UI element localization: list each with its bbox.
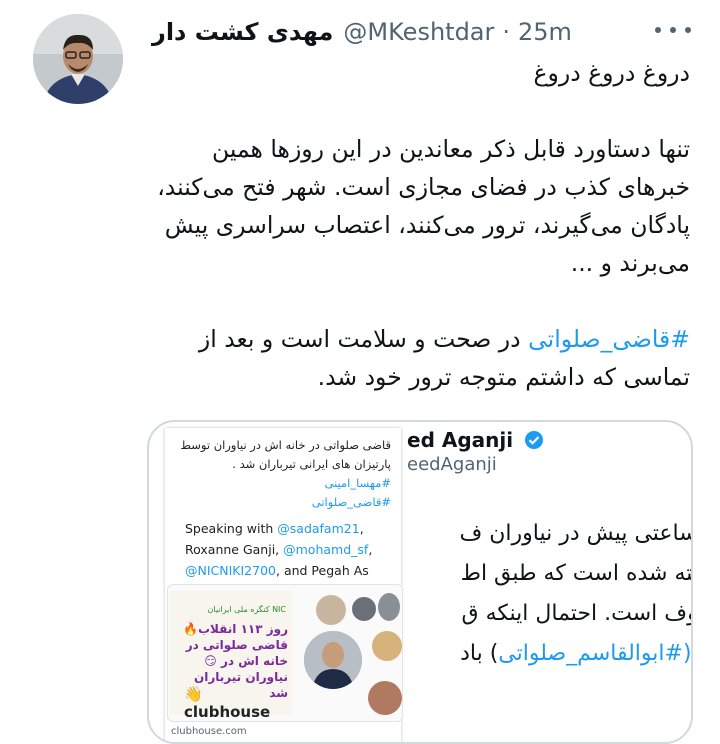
tweet-paragraph-2: تنها دستاورد قابل ذکر معاندین در این روز… <box>157 135 690 277</box>
embedded-line-last: تی (#ابوالقاسم_صلواتی) باد <box>460 641 692 666</box>
embedded-body: ها ساعتی پیش در نیاوران ف کشته شده است ک… <box>403 514 693 674</box>
embedded-line: کشته شده است که طبق اط <box>460 561 693 586</box>
overlay-speaking-text: Speaking with @sadafam21, Roxanne Ganji,… <box>185 521 373 578</box>
mention: @mohamd_sf <box>283 542 369 557</box>
hashtag-link[interactable]: #قاضی_صلواتی <box>528 325 690 353</box>
overlay-screenshot: قاضی صلواتی در خانه اش در نیاوران توسط پ… <box>165 428 403 742</box>
attached-image[interactable]: ed Aganji eedAganji ها ساعتی پیش در نیاو… <box>147 420 693 744</box>
tweet-paragraph-1: دروغ دروغ دروغ <box>533 59 691 87</box>
overlay-persian-text: قاضی صلواتی در خانه اش در نیاوران توسط پ… <box>171 436 391 512</box>
clubhouse-banner: NIC کنگره ملی ایرانیان روز ۱۱۳ انقلاب🔥قا… <box>170 591 292 721</box>
embedded-hashtag: #ابوالقاسم_صلواتی <box>498 641 683 666</box>
banner-org: NIC کنگره ملی ایرانیان <box>207 605 286 614</box>
participant-avatar <box>352 597 376 621</box>
participant-avatar <box>372 631 402 661</box>
mention: @NICNIKI2700 <box>185 563 276 578</box>
participant-avatar <box>304 631 362 689</box>
clubhouse-logo: 👋 clubhouse <box>184 685 271 721</box>
embedded-line: عروف است. احتمال اینکه ق <box>461 601 691 626</box>
overlay-hashtag: #مهسا_امینی <box>324 476 392 490</box>
embedded-author: ed Aganji <box>407 428 544 452</box>
embedded-line: ها ساعتی پیش در نیاوران ف <box>459 521 693 546</box>
user-handle[interactable]: @MKeshtdar <box>343 18 494 46</box>
overlay-line: پارتیزان های ایرانی تیرباران شد . <box>232 457 391 471</box>
clubhouse-link-card: NIC کنگره ملی ایرانیان روز ۱۱۳ انقلاب🔥قا… <box>167 584 403 722</box>
participant-avatar <box>378 593 400 621</box>
more-options-icon[interactable] <box>655 14 691 46</box>
tweet-text: دروغ دروغ دروغ تنها دستاورد قابل ذکر معا… <box>150 54 690 396</box>
participant-avatar <box>368 681 402 715</box>
tweet-paragraph-3: #قاضی_صلواتی در صحت و سلامت است و بعد از… <box>150 320 690 396</box>
embedded-author-name: ed Aganji <box>407 428 514 452</box>
author-avatar[interactable] <box>33 14 123 104</box>
overlay-line: قاضی صلواتی در خانه اش در نیاوران توسط <box>180 438 391 452</box>
separator-dot: · <box>502 18 511 46</box>
verified-badge-icon <box>525 431 544 449</box>
overlay-hashtag: #قاضی_صلواتی <box>311 495 391 509</box>
tweet-header: مهدی کشت دار @MKeshtdar · 25m <box>152 14 572 50</box>
participant-avatar <box>316 595 346 625</box>
display-name[interactable]: مهدی کشت دار <box>152 18 333 46</box>
timestamp[interactable]: 25m <box>518 18 572 46</box>
embedded-handle: eedAganji <box>407 454 497 475</box>
mention: @sadafam21 <box>277 521 360 536</box>
